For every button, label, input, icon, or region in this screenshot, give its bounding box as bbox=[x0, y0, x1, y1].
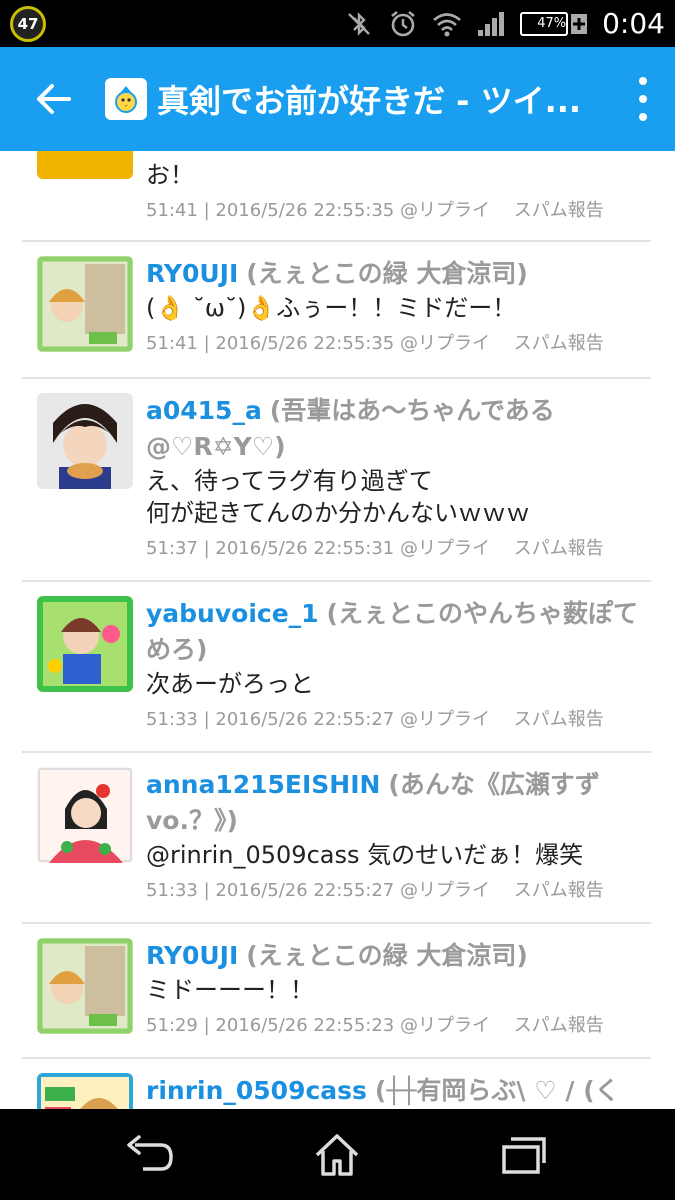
cell-signal-icon bbox=[476, 9, 506, 39]
tweet-timestamp: 51:41 | 2016/5/26 22:55:35 bbox=[146, 200, 395, 221]
reply-link[interactable]: @リプライ bbox=[400, 333, 490, 354]
status-bar: 47 47% 0:04 bbox=[0, 0, 675, 47]
avatar[interactable] bbox=[37, 1073, 133, 1109]
tweet-item[interactable]: お！ 51:41 | 2016/5/26 22:55:35 @リプライ スパム報… bbox=[22, 151, 651, 242]
menu-dot-icon bbox=[639, 113, 647, 121]
back-button[interactable] bbox=[0, 47, 105, 151]
clock: 0:04 bbox=[602, 7, 665, 40]
tweet-meta: 51:33 | 2016/5/26 22:55:27 @リプライ スパム報告 bbox=[146, 706, 643, 734]
tweet-timestamp: 51:33 | 2016/5/26 22:55:27 bbox=[146, 880, 395, 901]
nav-back-icon bbox=[127, 1135, 173, 1171]
spam-report-link[interactable]: スパム報告 bbox=[514, 200, 604, 221]
overflow-menu-button[interactable] bbox=[633, 77, 653, 121]
tweet-text: @rinrin_0509cass 気のせいだぁ！爆笑 bbox=[146, 841, 584, 869]
charging-plus-icon bbox=[570, 9, 588, 39]
tweet-list[interactable]: お！ 51:41 | 2016/5/26 22:55:35 @リプライ スパム報… bbox=[0, 151, 675, 1109]
tweet-meta: 51:41 | 2016/5/26 22:55:35 @リプライ スパム報告 bbox=[146, 197, 643, 225]
tweet-item[interactable]: rinrin_0509cass (┼┼有岡らぶ\ ♡ / (く bbox=[22, 1059, 651, 1109]
tweet-item[interactable]: a0415_a (吾輩はあ～ちゃんである@♡R✡Y♡) え、待ってラグ有り過ぎて… bbox=[22, 379, 651, 582]
tweet-text: (👌 ˘ω˘)👌ふぅー！！ミドだー！ bbox=[146, 294, 517, 322]
spam-report-link[interactable]: スパム報告 bbox=[514, 880, 604, 901]
tweet-display-name: (┼┼有岡らぶ\ ♡ / (く bbox=[374, 1076, 620, 1105]
nav-home-button[interactable] bbox=[309, 1127, 365, 1183]
tweet-username[interactable]: a0415_a bbox=[146, 396, 262, 425]
reply-link[interactable]: @リプライ bbox=[400, 709, 490, 730]
tweet-text: お！ bbox=[146, 161, 194, 189]
reply-link[interactable]: @リプライ bbox=[400, 1015, 490, 1036]
nav-recents-icon bbox=[502, 1137, 546, 1174]
nav-back-button[interactable] bbox=[122, 1127, 178, 1183]
tweet-meta: 51:33 | 2016/5/26 22:55:27 @リプライ スパム報告 bbox=[146, 877, 643, 905]
nav-home-icon bbox=[315, 1134, 359, 1176]
tweet-item[interactable]: yabuvoice_1 (えぇとこのやんちゃ薮ぽてめろ) 次あーがろっと 51:… bbox=[22, 582, 651, 753]
spam-report-link[interactable]: スパム報告 bbox=[514, 709, 604, 730]
reply-link[interactable]: @リプライ bbox=[400, 880, 490, 901]
tweet-item[interactable]: RY0UJI (えぇとこの緑 大倉涼司) ミドーーー！！ 51:29 | 201… bbox=[22, 924, 651, 1059]
alarm-clock-icon bbox=[388, 9, 418, 39]
tweet-username[interactable]: RY0UJI bbox=[146, 941, 238, 970]
tweet-timestamp: 51:33 | 2016/5/26 22:55:27 bbox=[146, 709, 395, 730]
spam-report-link[interactable]: スパム報告 bbox=[514, 538, 604, 559]
tweet-username[interactable]: rinrin_0509cass bbox=[146, 1076, 367, 1105]
battery-indicator: 47% bbox=[520, 11, 569, 36]
tweet-meta: 51:41 | 2016/5/26 22:55:35 @リプライ スパム報告 bbox=[146, 330, 643, 358]
spam-report-link[interactable]: スパム報告 bbox=[514, 333, 604, 354]
app-bar: 真剣でお前が好きだ - ツイ... bbox=[0, 47, 675, 151]
reply-link[interactable]: @リプライ bbox=[400, 538, 490, 559]
notification-badge: 47 bbox=[10, 6, 46, 42]
tweet-username[interactable]: anna1215EISHIN bbox=[146, 770, 380, 799]
tweet-item[interactable]: anna1215EISHIN (あんな《広瀬すずvo.？》) @rinrin_0… bbox=[22, 753, 651, 924]
tweet-timestamp: 51:37 | 2016/5/26 22:55:31 bbox=[146, 538, 395, 559]
menu-dot-icon bbox=[639, 77, 647, 85]
tweet-display-name: (えぇとこの緑 大倉涼司) bbox=[246, 259, 528, 288]
avatar[interactable] bbox=[37, 256, 133, 352]
tweet-timestamp: 51:29 | 2016/5/26 22:55:23 bbox=[146, 1015, 395, 1036]
tweet-item[interactable]: RY0UJI (えぇとこの緑 大倉涼司) (👌 ˘ω˘)👌ふぅー！！ミドだー！ … bbox=[22, 242, 651, 379]
system-nav-bar bbox=[0, 1109, 675, 1200]
tweet-text: ミドーーー！！ bbox=[146, 976, 314, 1004]
tweet-username[interactable]: RY0UJI bbox=[146, 259, 238, 288]
tweet-meta: 51:29 | 2016/5/26 22:55:23 @リプライ スパム報告 bbox=[146, 1012, 643, 1040]
menu-dot-icon bbox=[639, 95, 647, 103]
tweet-display-name: (えぇとこの緑 大倉涼司) bbox=[246, 941, 528, 970]
tweet-username[interactable]: yabuvoice_1 bbox=[146, 599, 319, 628]
tweet-meta: 51:37 | 2016/5/26 22:55:31 @リプライ スパム報告 bbox=[146, 535, 643, 563]
tweet-text: 次あーがろっと bbox=[146, 670, 314, 698]
back-arrow-icon bbox=[36, 84, 71, 114]
nav-recents-button[interactable] bbox=[496, 1127, 552, 1183]
avatar[interactable] bbox=[37, 767, 133, 863]
reply-link[interactable]: @リプライ bbox=[400, 200, 490, 221]
page-title: 真剣でお前が好きだ - ツイ... bbox=[157, 82, 582, 120]
wifi-icon bbox=[432, 9, 462, 39]
bluetooth-off-icon bbox=[344, 9, 374, 39]
spam-report-link[interactable]: スパム報告 bbox=[514, 1015, 604, 1036]
avatar[interactable] bbox=[37, 393, 133, 489]
battery-percent: 47% bbox=[537, 16, 567, 31]
avatar[interactable] bbox=[37, 938, 133, 1034]
avatar[interactable] bbox=[37, 596, 133, 692]
tweet-text: え、待ってラグ有り過ぎて 何が起きてんのか分かんないｗｗｗ bbox=[146, 467, 530, 527]
avatar[interactable] bbox=[37, 151, 133, 179]
app-logo-icon bbox=[105, 78, 147, 120]
tweet-timestamp: 51:41 | 2016/5/26 22:55:35 bbox=[146, 333, 395, 354]
